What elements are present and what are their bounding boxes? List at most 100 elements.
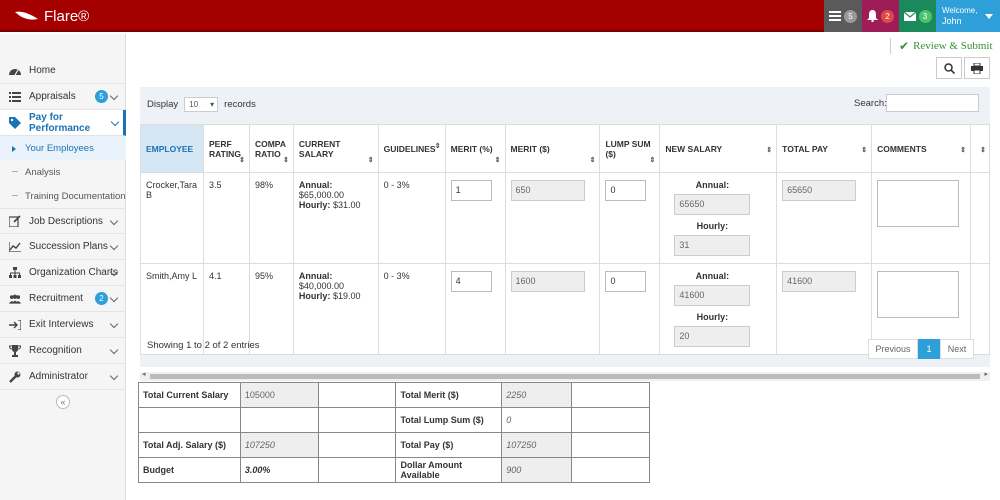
sort-icon: ⇕ bbox=[239, 157, 245, 164]
scroll-right-icon[interactable]: ▸ bbox=[984, 370, 988, 378]
search-button[interactable] bbox=[936, 57, 962, 79]
col-current-salary[interactable]: CURRENT SALARY ⇕ bbox=[292, 124, 379, 173]
new-salary-cell: Annual: 41600 Hourly: 20 bbox=[659, 263, 778, 355]
extra-cell bbox=[970, 172, 990, 264]
envelope-icon bbox=[903, 11, 916, 21]
user-name: John bbox=[942, 16, 962, 26]
search-label: Search: bbox=[854, 98, 887, 109]
totals-table: Total Current Salary 105000 Total Merit … bbox=[138, 382, 650, 483]
new-annual-label: Annual: bbox=[695, 271, 730, 281]
col-extra[interactable]: ⇕ bbox=[970, 124, 990, 173]
sidebar-item-recruitment[interactable]: Recruitment 2 bbox=[0, 286, 126, 312]
merit-pct-input[interactable]: 4 bbox=[450, 271, 492, 292]
print-button[interactable] bbox=[964, 57, 990, 79]
totals-row: Total Lump Sum ($) 0 bbox=[138, 407, 650, 433]
next-button[interactable]: Next bbox=[940, 339, 974, 359]
column-label: CURRENT SALARY bbox=[298, 138, 341, 159]
hourly-label: Hourly: bbox=[298, 200, 331, 210]
total-pay-label: Total Pay ($) bbox=[395, 432, 503, 458]
merit-pct-input[interactable]: 1 bbox=[450, 180, 492, 201]
merit-amt-cell: 1600 bbox=[504, 263, 601, 355]
app-logo[interactable]: Flare® bbox=[14, 6, 89, 26]
column-label: MERIT ($) bbox=[510, 143, 550, 154]
merit-amt-field: 650 bbox=[510, 180, 585, 201]
sidebar-item-administrator[interactable]: Administrator bbox=[0, 364, 126, 390]
sort-icon: ⇕ bbox=[861, 147, 868, 154]
budget-value: 3.00% bbox=[239, 457, 319, 483]
sidebar-item-organization-charts[interactable]: Organization Charts bbox=[0, 260, 126, 286]
hourly-rate: $31.00 bbox=[332, 200, 361, 210]
collapse-sidebar-icon[interactable]: « bbox=[56, 395, 70, 409]
annual-salary: $65,000.00 bbox=[298, 190, 344, 200]
col-new-salary[interactable]: NEW SALARY ⇕ bbox=[659, 124, 778, 173]
empty-cell bbox=[317, 432, 397, 458]
users-icon bbox=[9, 293, 21, 305]
sort-icon: ⇕ bbox=[283, 157, 289, 164]
notifications-button[interactable]: 2 bbox=[862, 0, 899, 32]
table-header-row: EMPLOYEE PERF RATING ⇕ COMPA RATIO ⇕ CURRE… bbox=[140, 124, 990, 173]
scroll-left-icon[interactable]: ◂ bbox=[142, 370, 146, 378]
search-input[interactable] bbox=[886, 94, 979, 112]
col-employee[interactable]: EMPLOYEE bbox=[140, 124, 204, 173]
sidebar-item-label: Recognition bbox=[29, 345, 82, 356]
sidebar-item-succession-plans[interactable]: Succession Plans bbox=[0, 234, 126, 260]
sidebar-subitem-training-documentation[interactable]: Training Documentation bbox=[0, 184, 126, 208]
sidebar-item-home[interactable]: Home bbox=[0, 58, 126, 84]
total-pay-value: 107250 bbox=[501, 432, 573, 458]
comments-textarea[interactable] bbox=[877, 180, 960, 227]
user-menu[interactable]: Welcome, John bbox=[936, 0, 1000, 32]
tasks-button[interactable]: 5 bbox=[824, 0, 862, 32]
sidebar-item-label: Home bbox=[29, 65, 56, 76]
sidebar-subitem-analysis[interactable]: Analysis bbox=[0, 160, 126, 184]
print-icon bbox=[971, 62, 983, 74]
messages-button[interactable]: 3 bbox=[899, 0, 936, 32]
scrollbar-thumb[interactable] bbox=[150, 374, 980, 379]
dashboard-icon bbox=[9, 65, 21, 77]
empty-cell bbox=[571, 457, 650, 483]
sidebar-item-label: Recruitment bbox=[29, 293, 83, 304]
total-adj-salary-value: 107250 bbox=[239, 432, 319, 458]
hourly-rate: $19.00 bbox=[332, 291, 361, 301]
sidebar: Home Appraisals 5 Pay for Performance Yo… bbox=[0, 34, 126, 500]
table-row: Smith,Amy L 4.1 95% Annual: $40,000.00 H… bbox=[140, 263, 990, 355]
tag-icon bbox=[9, 116, 21, 129]
search-icon bbox=[943, 62, 955, 74]
col-lump-sum[interactable]: LUMP SUM ($) ⇕ bbox=[599, 124, 661, 173]
column-label: PERF RATING bbox=[208, 138, 241, 159]
page-1-button[interactable]: 1 bbox=[918, 339, 940, 359]
col-merit-pct[interactable]: MERIT (%) ⇕ bbox=[444, 124, 506, 173]
comments-textarea[interactable] bbox=[877, 271, 960, 318]
col-perf-rating[interactable]: PERF RATING ⇕ bbox=[202, 124, 250, 173]
sidebar-item-job-descriptions[interactable]: Job Descriptions bbox=[0, 208, 126, 234]
exit-icon bbox=[9, 319, 21, 331]
sidebar-item-exit-interviews[interactable]: Exit Interviews bbox=[0, 312, 126, 338]
sidebar-subitem-label: Analysis bbox=[25, 166, 61, 178]
new-hourly-field: 20 bbox=[674, 326, 751, 347]
lump-sum-input[interactable]: 0 bbox=[605, 271, 647, 292]
page-size-select[interactable]: 10 bbox=[184, 97, 219, 112]
horizontal-scrollbar[interactable]: ◂ ▸ bbox=[140, 370, 990, 381]
review-submit-label: Review & Submit bbox=[913, 40, 993, 52]
current-salary: Annual: $40,000.00 Hourly: $19.00 bbox=[292, 263, 379, 355]
total-pay-field: 41600 bbox=[782, 271, 857, 292]
sidebar-item-appraisals[interactable]: Appraisals 5 bbox=[0, 84, 126, 110]
lump-sum-input[interactable]: 0 bbox=[605, 180, 647, 201]
previous-button[interactable]: Previous bbox=[868, 339, 918, 359]
sidebar-item-pay-for-performance[interactable]: Pay for Performance bbox=[0, 110, 126, 136]
column-label: COMMENTS bbox=[877, 143, 927, 154]
merit-pct-cell: 4 bbox=[444, 263, 506, 355]
col-merit-amt[interactable]: MERIT ($) ⇕ bbox=[504, 124, 601, 173]
col-compa-ratio[interactable]: COMPA RATIO ⇕ bbox=[248, 124, 294, 173]
appraisals-badge: 5 bbox=[95, 90, 108, 103]
col-comments[interactable]: COMMENTS ⇕ bbox=[871, 124, 971, 173]
flare-logo-icon bbox=[15, 11, 38, 20]
sort-icon: ⇕ bbox=[589, 157, 596, 164]
review-submit-link[interactable]: ✔ Review & Submit bbox=[890, 38, 993, 54]
sidebar-subitem-your-employees[interactable]: Your Employees bbox=[0, 136, 126, 160]
total-current-salary-value: 105000 bbox=[239, 382, 319, 408]
empty-cell bbox=[571, 407, 650, 433]
col-guidelines[interactable]: GUIDELINES ⇕ bbox=[377, 124, 446, 173]
col-total-pay[interactable]: TOTAL PAY ⇕ bbox=[776, 124, 873, 173]
new-annual-field: 41600 bbox=[674, 285, 751, 306]
sidebar-item-recognition[interactable]: Recognition bbox=[0, 338, 126, 364]
